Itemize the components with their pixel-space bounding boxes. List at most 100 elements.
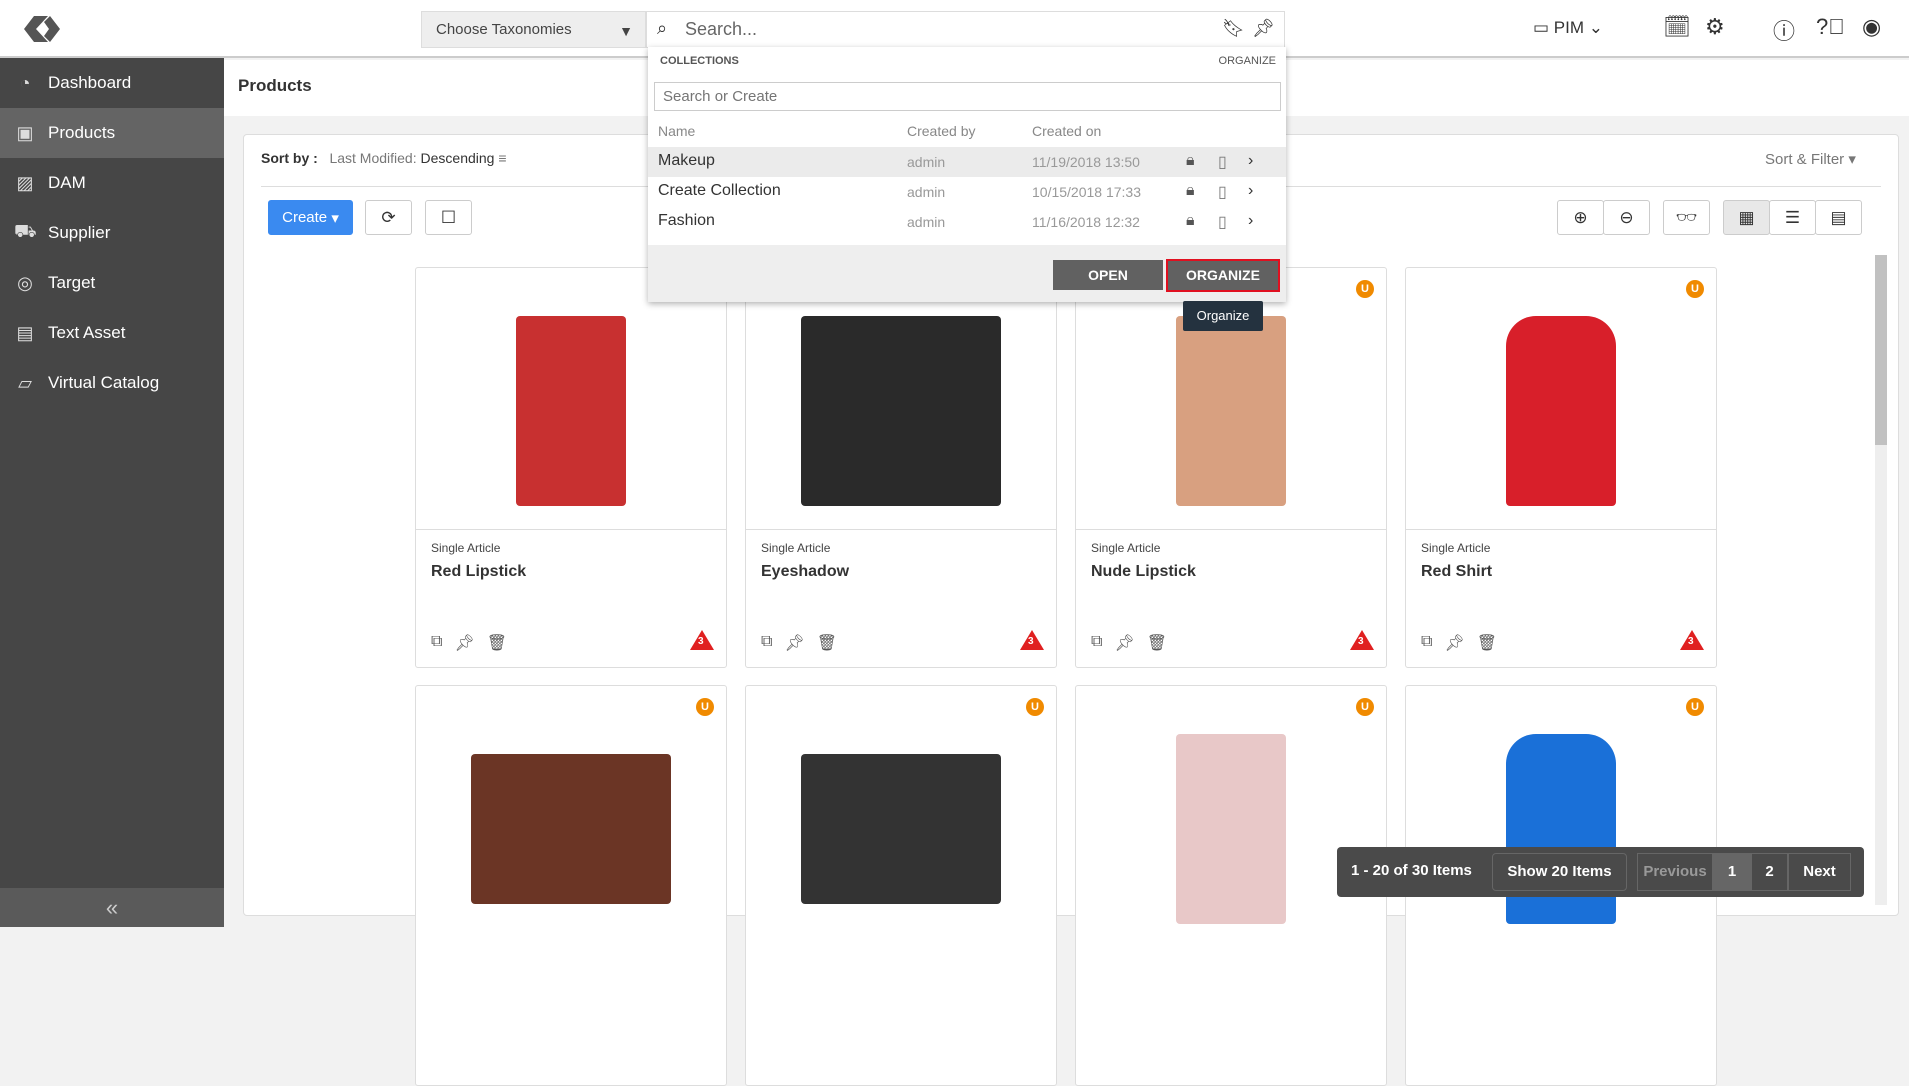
sidebar-item-text-asset[interactable]: ▤ Text Asset	[0, 308, 224, 358]
chevron-right-icon[interactable]: ›	[1248, 212, 1253, 230]
grid-view-button[interactable]: ▦	[1723, 200, 1770, 235]
add-to-collection-icon[interactable]: ⧉	[1421, 633, 1432, 653]
product-name[interactable]: Red Shirt	[1421, 563, 1492, 581]
lock-icon[interactable]: 🔒︎	[1186, 182, 1195, 200]
trash-icon[interactable]: 🗑︎	[1147, 633, 1167, 653]
sort-order[interactable]: Descending	[421, 150, 495, 166]
chevron-right-icon[interactable]: ›	[1248, 182, 1253, 200]
page-2-button[interactable]: 2	[1751, 853, 1788, 891]
taxonomies-label: Choose Taxonomies	[436, 21, 572, 38]
scrollbar[interactable]	[1875, 255, 1887, 905]
zoom-in-button[interactable]: ⊕	[1557, 200, 1604, 235]
module-label: PIM	[1553, 18, 1585, 37]
delete-collection-icon[interactable]: ▯	[1218, 212, 1227, 232]
organize-link[interactable]: ORGANIZE	[1219, 55, 1276, 67]
collection-row[interactable]: Fashion admin 11/16/2018 12:32 🔒︎ ▯ ›	[648, 207, 1286, 237]
warning-icon[interactable]: 3	[1350, 630, 1374, 650]
collection-name: Create Collection	[658, 182, 781, 199]
chevron-right-icon[interactable]: ›	[1248, 152, 1253, 170]
collection-row[interactable]: Makeup admin 11/19/2018 13:50 🔒︎ ▯ ›	[648, 147, 1286, 177]
pin-icon[interactable]: 📌︎	[784, 633, 804, 653]
add-to-collection-icon[interactable]: ⧉	[761, 633, 772, 653]
refresh-button[interactable]: ⟳	[365, 200, 412, 235]
warning-icon[interactable]: 3	[690, 630, 714, 650]
product-card[interactable]: U Single Article Red Shirt ⧉ 📌︎ 🗑︎ 3	[1405, 267, 1717, 668]
created-on: 10/15/2018 17:33	[1032, 184, 1141, 200]
sort-bar: Sort by : Last Modified: Descending ≡	[261, 150, 507, 166]
sidebar-item-virtual-catalog[interactable]: ▱ Virtual Catalog	[0, 358, 224, 408]
previous-button[interactable]: Previous	[1637, 853, 1713, 891]
select-all-checkbox[interactable]: ☐	[425, 200, 472, 235]
user-avatar-icon[interactable]: ◉	[1862, 14, 1881, 40]
created-by: admin	[907, 214, 946, 230]
unpublished-badge: U	[1686, 280, 1704, 298]
label: Target	[48, 273, 96, 292]
product-card[interactable]: Single Article Red Lipstick ⧉ 📌︎ 🗑︎ 3	[415, 267, 727, 668]
sidebar-item-target[interactable]: ◎ Target	[0, 258, 224, 308]
pagination-bar: 1 - 20 of 30 Items Show 20 Items Previou…	[1337, 847, 1864, 897]
product-card[interactable]: U	[415, 685, 727, 1086]
product-card[interactable]: Single Article Eyeshadow ⧉ 📌︎ 🗑︎ 3	[745, 267, 1057, 668]
sidebar-item-supplier[interactable]: ⛟ Supplier	[0, 208, 224, 258]
collection-row[interactable]: Create Collection admin 10/15/2018 17:33…	[648, 177, 1286, 207]
trash-icon[interactable]: 🗑︎	[1477, 633, 1497, 653]
delete-collection-icon[interactable]: ▯	[1218, 182, 1227, 202]
sidebar-item-dashboard[interactable]: ◔ Dashboard	[0, 58, 224, 108]
label: Products	[48, 123, 116, 142]
collapse-sidebar-button[interactable]: «	[0, 888, 224, 927]
collection-search-input[interactable]	[654, 82, 1281, 111]
lock-icon[interactable]: 🔒︎	[1186, 152, 1195, 170]
logo-icon[interactable]	[22, 12, 62, 46]
list-view-button[interactable]: ☰	[1769, 200, 1816, 235]
warning-icon[interactable]: 3	[1020, 630, 1044, 650]
column-created-by: Created by	[907, 123, 976, 139]
page-1-button[interactable]: 1	[1713, 853, 1751, 891]
divider	[746, 529, 1056, 530]
calendar-icon[interactable]: 🗓︎	[1663, 14, 1691, 40]
preview-glasses-button[interactable]: 👓︎	[1663, 200, 1710, 235]
page-size-button[interactable]: Show 20 Items	[1492, 853, 1627, 891]
next-button[interactable]: Next	[1788, 853, 1851, 891]
sort-filter-toggle[interactable]: Sort & Filter ▾	[1765, 150, 1856, 168]
unpublished-badge: U	[1356, 280, 1374, 298]
info-icon[interactable]: ⓘ	[1773, 14, 1795, 46]
pin-icon[interactable]: 📌︎	[1252, 18, 1275, 39]
scrollbar-thumb[interactable]	[1875, 255, 1887, 445]
open-button[interactable]: OPEN	[1053, 260, 1163, 290]
trash-icon[interactable]: 🗑︎	[487, 633, 507, 653]
zoom-out-button[interactable]: ⊖	[1603, 200, 1650, 235]
taxonomies-dropdown[interactable]: Choose Taxonomies ▼	[421, 11, 646, 48]
add-to-collection-icon[interactable]: ⧉	[431, 633, 442, 653]
sort-field[interactable]: Last Modified:	[329, 150, 416, 166]
sort-icon[interactable]: ≡	[498, 150, 506, 166]
bookmark-icon[interactable]: 🔖︎	[1222, 18, 1245, 39]
warning-icon[interactable]: 3	[1680, 630, 1704, 650]
pin-icon[interactable]: 📌︎	[1444, 633, 1464, 653]
pin-icon[interactable]: 📌︎	[454, 633, 474, 653]
catalog-icon: ▱	[18, 372, 32, 393]
created-by: admin	[907, 184, 946, 200]
pin-icon[interactable]: 📌︎	[1114, 633, 1134, 653]
calendar-view-button[interactable]: ▤	[1815, 200, 1862, 235]
product-image	[776, 711, 1026, 946]
sidebar-item-products[interactable]: ▣ Products	[0, 108, 224, 158]
search-input[interactable]: ⌕ Search... 🔖︎ 📌︎	[646, 11, 1285, 48]
sidebar-item-dam[interactable]: ▨ DAM	[0, 158, 224, 208]
module-switcher[interactable]: ▭ PIM ⌄	[1533, 18, 1603, 38]
product-name[interactable]: Eyeshadow	[761, 563, 849, 581]
gear-icon[interactable]: ⚙	[1705, 14, 1725, 40]
trash-icon[interactable]: 🗑︎	[817, 633, 837, 653]
create-button[interactable]: Create ▾	[268, 200, 353, 235]
product-card[interactable]: U	[745, 685, 1057, 1086]
organize-button[interactable]: ORGANIZE	[1166, 259, 1280, 292]
delete-collection-icon[interactable]: ▯	[1218, 152, 1227, 172]
document-icon: ▤	[16, 322, 34, 343]
sidebar: ◔ Dashboard ▣ Products ▨ DAM ⛟ Supplier ◎ Tar…	[0, 58, 224, 927]
help-icon[interactable]: ?⃝	[1816, 14, 1845, 40]
warning-count: 3	[698, 636, 704, 647]
add-to-collection-icon[interactable]: ⧉	[1091, 633, 1102, 653]
lock-icon[interactable]: 🔒︎	[1186, 212, 1195, 230]
product-type: Single Article	[761, 541, 831, 555]
product-name[interactable]: Red Lipstick	[431, 563, 526, 581]
product-name[interactable]: Nude Lipstick	[1091, 563, 1196, 581]
